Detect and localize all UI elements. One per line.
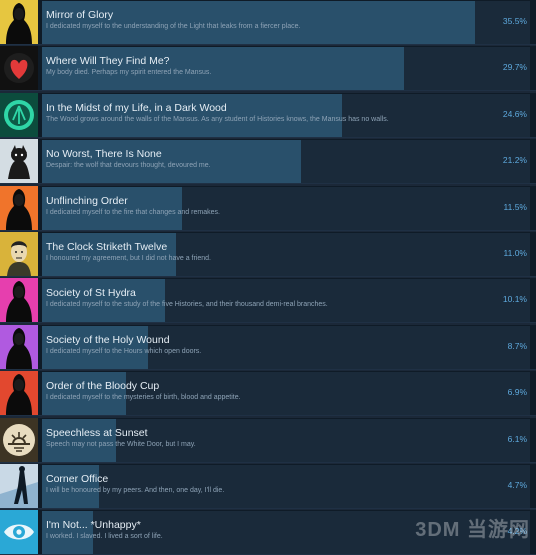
achievement-description: The Wood grows around the walls of the M… <box>46 116 389 123</box>
unlock-percentage: 24.6% <box>502 109 527 119</box>
achievement-title: Order of the Bloody Cup <box>46 380 160 392</box>
achievement-title: Society of St Hydra <box>46 287 136 299</box>
hooded-figure-icon <box>0 0 38 44</box>
achievement-description: I dedicated myself to the Hours which op… <box>46 348 202 355</box>
unlock-percentage: 29.7% <box>502 62 527 72</box>
achievement-title: I'm Not... *Unhappy* <box>46 519 141 531</box>
achievement-title: Speechless at Sunset <box>46 427 148 439</box>
achievement-row[interactable]: Where Will They Find Me? My body died. Pe… <box>0 46 536 91</box>
achievement-title: Society of the Holy Wound <box>46 334 170 346</box>
unlock-percentage: 8.7% <box>507 341 527 351</box>
achievement-description: I dedicated myself to the understanding … <box>46 23 301 30</box>
achievement-title: Corner Office <box>46 473 109 485</box>
achievement-title: The Clock Striketh Twelve <box>46 241 168 253</box>
achievement-description: My body died. Perhaps my spirit entered … <box>46 69 212 76</box>
unlock-percentage: 10.1% <box>502 294 527 304</box>
achievement-title: In the Midst of my Life, in a Dark Wood <box>46 102 227 114</box>
portrait-icon <box>0 232 38 276</box>
heart-icon <box>0 46 38 90</box>
achievement-row[interactable]: Society of the Holy Wound I dedicated mys… <box>0 325 536 370</box>
achievement-row[interactable]: The Clock Striketh Twelve I honoured my a… <box>0 232 536 277</box>
unlock-percentage: 6.1% <box>507 434 527 444</box>
achievement-description: I worked. I slaved. I lived a sort of li… <box>46 533 163 540</box>
achievement-row[interactable]: Society of St Hydra I dedicated myself to… <box>0 278 536 323</box>
achievement-title: Unflinching Order <box>46 195 128 207</box>
achievement-description: I dedicated myself to the mysteries of b… <box>46 394 241 401</box>
achievement-title: No Worst, There Is None <box>46 148 162 160</box>
unlock-percentage: 11.0% <box>503 248 527 258</box>
achievement-row[interactable]: Corner Office I will be honoured by my pe… <box>0 464 536 509</box>
unlock-percentage: 6.9% <box>507 387 527 397</box>
watermark: 3DM 当游网 <box>415 519 530 541</box>
achievement-description: I dedicated myself to the fire that chan… <box>46 209 220 216</box>
tree-sigil-icon <box>0 93 38 137</box>
unlock-percentage: 4.7% <box>507 480 527 490</box>
eye-icon <box>0 510 38 554</box>
unlock-percentage: 35.5% <box>502 16 527 26</box>
achievement-row[interactable]: No Worst, There Is None Despair: the wolf… <box>0 139 536 184</box>
achievement-title: Where Will They Find Me? <box>46 55 170 67</box>
achievement-row[interactable]: In the Midst of my Life, in a Dark Wood T… <box>0 93 536 138</box>
achievement-description: I dedicated myself to the study of the f… <box>46 301 328 308</box>
hooded-figure-icon <box>0 325 38 369</box>
achievement-description: Despair: the wolf that devours thought, … <box>46 162 211 169</box>
achievement-row[interactable]: Unflinching Order I dedicated myself to t… <box>0 186 536 231</box>
wolf-shadow-icon <box>0 139 38 183</box>
unlock-percentage: 21.2% <box>502 155 527 165</box>
achievement-title: Mirror of Glory <box>46 9 114 21</box>
unlock-percentage: 11.5% <box>503 202 527 212</box>
achievement-description: Speech may not pass the White Door, but … <box>46 441 196 448</box>
achievement-description: I honoured my agreement, but I did not h… <box>46 255 211 262</box>
achievement-row[interactable]: Order of the Bloody Cup I dedicated mysel… <box>0 371 536 416</box>
achievement-description: I will be honoured by my peers. And then… <box>46 487 225 494</box>
hooded-figure-icon <box>0 371 38 415</box>
hooded-figure-icon <box>0 278 38 322</box>
sunset-sigil-icon <box>0 418 38 462</box>
office-figure-icon <box>0 464 38 508</box>
achievement-row[interactable]: Speechless at Sunset Speech may not pass … <box>0 418 536 463</box>
achievement-row[interactable]: Mirror of Glory I dedicated myself to the… <box>0 0 536 45</box>
hooded-figure-icon <box>0 186 38 230</box>
